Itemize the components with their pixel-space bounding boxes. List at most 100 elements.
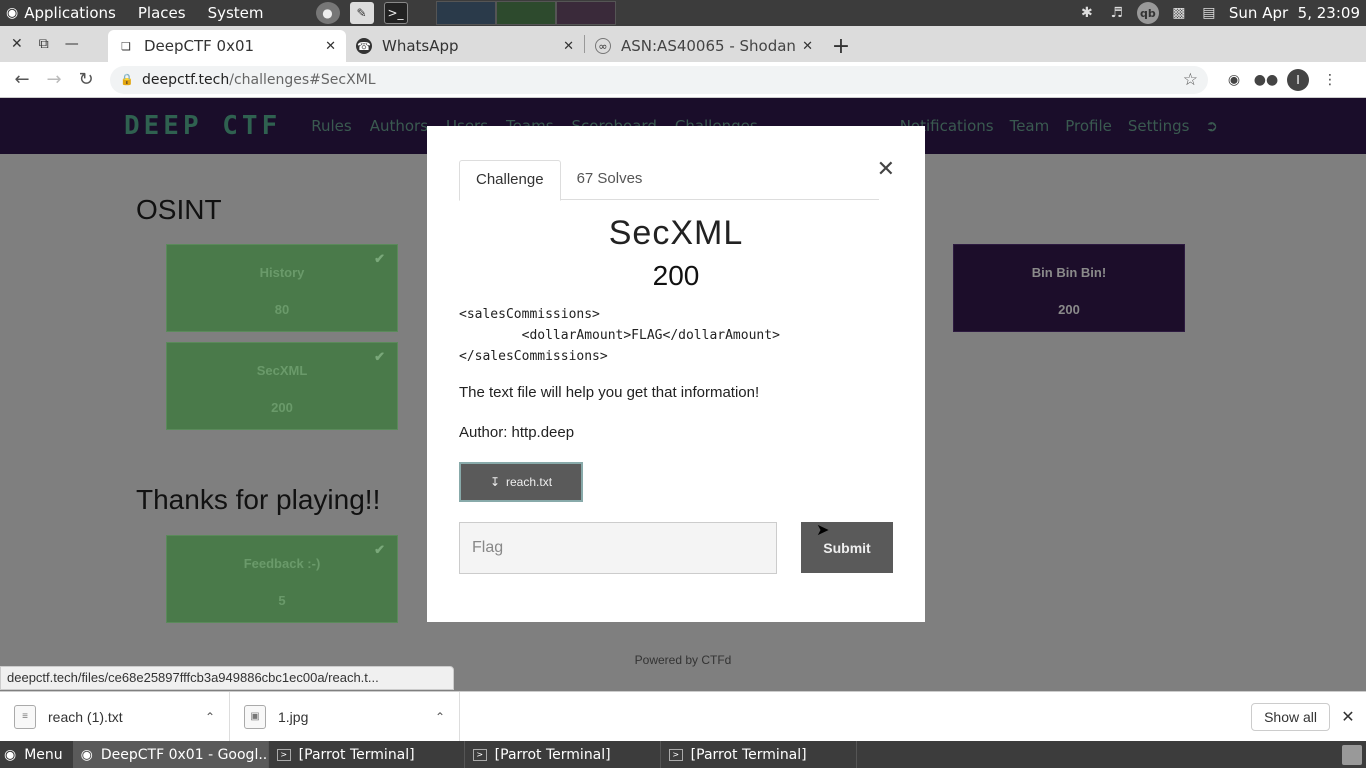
download-name: 1.jpg xyxy=(278,708,309,725)
file-download-button[interactable]: ↧ reach.txt xyxy=(459,462,583,502)
show-all-button[interactable]: Show all xyxy=(1251,702,1330,731)
task-label: [Parrot Terminal] xyxy=(494,746,611,763)
network-graph xyxy=(555,1,616,25)
memory-graph xyxy=(495,1,556,25)
tab-whatsapp[interactable]: ☎ WhatsApp ✕ xyxy=(346,30,584,62)
firefox-launcher-icon[interactable]: ● xyxy=(315,2,340,24)
logout-icon[interactable]: ➲ xyxy=(1205,117,1218,135)
nav-profile[interactable]: Profile xyxy=(1065,117,1112,135)
browser-toolbar: ← → ↻ 🔒 deepctf.tech /challenges#SecXML … xyxy=(0,62,1366,98)
chevron-up-icon[interactable]: ⌃ xyxy=(205,710,215,724)
parrot-logo-icon[interactable]: ◉ xyxy=(6,5,18,21)
extension-icon[interactable]: ◉ xyxy=(1218,72,1250,88)
bluetooth-icon[interactable]: ✱ xyxy=(1077,3,1097,23)
forward-button[interactable]: → xyxy=(38,69,70,90)
link-status-bubble: deepctf.tech/files/ce68e25897fffcb3a9498… xyxy=(0,666,454,690)
parrot-menu-icon: ◉ xyxy=(4,746,17,763)
code-line: <dollarAmount>FLAG</dollarAmount> xyxy=(459,328,780,343)
back-button[interactable]: ← xyxy=(6,69,38,90)
incognito-extension-icon[interactable]: ●● xyxy=(1250,72,1282,88)
download-item[interactable]: ▣ 1.jpg ⌃ xyxy=(230,691,460,742)
terminal-task-icon: > xyxy=(276,748,291,761)
window-controls: ✕ ⧉ — xyxy=(0,26,108,62)
window-restore-icon[interactable]: ⧉ xyxy=(39,36,49,52)
system-top-panel: ◉ Applications Places System ● ✎ >_ ✱ ♬ … xyxy=(0,0,1366,26)
powered-by-footer[interactable]: Powered by CTFd xyxy=(0,653,1366,667)
download-item[interactable]: ≡ reach (1).txt ⌃ xyxy=(0,691,230,742)
task-chrome[interactable]: ◉ DeepCTF 0x01 - Googl... xyxy=(72,741,269,768)
task-terminal[interactable]: > [Parrot Terminal] xyxy=(661,741,857,768)
site-logo[interactable]: DEEP CTF xyxy=(124,111,281,141)
places-menu[interactable]: Places xyxy=(138,4,186,22)
cpu-graph xyxy=(435,1,496,25)
system-monitor-graphs xyxy=(435,1,616,25)
chevron-up-icon[interactable]: ⌃ xyxy=(435,710,445,724)
url-host: deepctf.tech xyxy=(142,71,230,88)
system-menus: ◉ Applications Places System xyxy=(6,4,280,22)
modal-close-icon[interactable]: ✕ xyxy=(877,156,895,182)
task-terminal[interactable]: > [Parrot Terminal] xyxy=(269,741,465,768)
lock-icon[interactable]: 🔒 xyxy=(120,73,134,86)
menu-label: Menu xyxy=(24,746,63,763)
file-name: reach.txt xyxy=(506,475,553,489)
signal-icon[interactable]: ▩ xyxy=(1169,3,1189,23)
window-minimize-icon[interactable]: — xyxy=(65,36,79,52)
challenge-author: Author: http.deep xyxy=(459,424,575,441)
nav-settings[interactable]: Settings xyxy=(1128,117,1190,135)
workspace-switcher-icon[interactable] xyxy=(1342,744,1362,765)
profile-avatar[interactable]: I xyxy=(1282,68,1314,91)
system-menu[interactable]: System xyxy=(208,4,264,22)
challenge-card-bin-bin-bin[interactable]: Bin Bin Bin! 200 xyxy=(953,244,1185,332)
tab-close-icon[interactable]: ✕ xyxy=(325,39,336,54)
qbittorrent-icon[interactable]: qb xyxy=(1136,2,1159,24)
window-close-icon[interactable]: ✕ xyxy=(11,36,23,52)
card-value: 200 xyxy=(271,400,293,415)
task-terminal[interactable]: > [Parrot Terminal] xyxy=(465,741,661,768)
taskbar-menu-button[interactable]: ◉ Menu xyxy=(0,741,73,768)
terminal-task-icon: > xyxy=(472,748,487,761)
terminal-launcher-icon[interactable]: >_ xyxy=(383,2,408,24)
chrome-task-icon: ◉ xyxy=(80,746,93,763)
tab-challenge[interactable]: Challenge xyxy=(459,160,561,201)
bookmark-star-icon[interactable]: ☆ xyxy=(1183,70,1198,90)
solved-check-icon: ✔ xyxy=(374,251,385,266)
chrome-favicon-icon: ❏ xyxy=(121,39,131,53)
reload-button[interactable]: ↻ xyxy=(70,69,102,90)
tab-close-icon[interactable]: ✕ xyxy=(563,39,574,54)
clock[interactable]: Sun Apr 5, 23:09 xyxy=(1229,4,1360,22)
tab-deepctf[interactable]: ❏ DeepCTF 0x01 ✕ xyxy=(108,30,346,62)
code-line: </salesCommissions> xyxy=(459,349,608,364)
nav-team[interactable]: Team xyxy=(1010,117,1050,135)
volume-icon[interactable]: ♬ xyxy=(1107,3,1127,23)
challenge-card-feedback[interactable]: ✔ Feedback :-) 5 xyxy=(166,535,398,623)
tab-solves[interactable]: 67 Solves xyxy=(561,160,659,200)
site-nav-right: Notifications Team Profile Settings ➲ xyxy=(900,117,1218,135)
launcher-icons: ● ✎ >_ xyxy=(315,2,408,24)
applications-menu[interactable]: Applications xyxy=(24,4,116,22)
nav-rules[interactable]: Rules xyxy=(311,117,351,135)
card-name: History xyxy=(259,265,305,280)
card-name: Bin Bin Bin! xyxy=(1031,265,1107,280)
clipboard-icon[interactable]: ▤ xyxy=(1199,3,1219,23)
text-editor-launcher-icon[interactable]: ✎ xyxy=(349,2,374,24)
challenge-name: SecXML xyxy=(608,214,744,252)
flag-input[interactable] xyxy=(459,522,777,574)
tab-shodan[interactable]: ∞ ASN:AS40065 - Shodan S ✕ xyxy=(585,30,823,62)
solved-check-icon: ✔ xyxy=(374,349,385,364)
shodan-favicon-icon: ∞ xyxy=(595,38,611,54)
submit-button[interactable]: Submit xyxy=(801,522,893,573)
category-title-thanks: Thanks for playing!! xyxy=(136,484,381,515)
solved-check-icon: ✔ xyxy=(374,542,385,557)
category-title-osint: OSINT xyxy=(136,194,222,225)
address-bar[interactable]: 🔒 deepctf.tech /challenges#SecXML ☆ xyxy=(110,65,1208,94)
downloads-shelf: ≡ reach (1).txt ⌃ ▣ 1.jpg ⌃ Show all ✕ xyxy=(0,691,1366,742)
new-tab-button[interactable]: + xyxy=(823,30,859,62)
challenge-card-secxml[interactable]: ✔ SecXML 200 xyxy=(166,342,398,430)
nav-authors[interactable]: Authors xyxy=(370,117,428,135)
browser-menu-icon[interactable]: ⋮ xyxy=(1314,72,1346,88)
challenge-card-history[interactable]: ✔ History 80 xyxy=(166,244,398,332)
modal-tabs: Challenge 67 Solves xyxy=(459,160,879,201)
task-label: [Parrot Terminal] xyxy=(690,746,807,763)
close-shelf-icon[interactable]: ✕ xyxy=(1330,707,1366,727)
tab-close-icon[interactable]: ✕ xyxy=(802,39,813,54)
